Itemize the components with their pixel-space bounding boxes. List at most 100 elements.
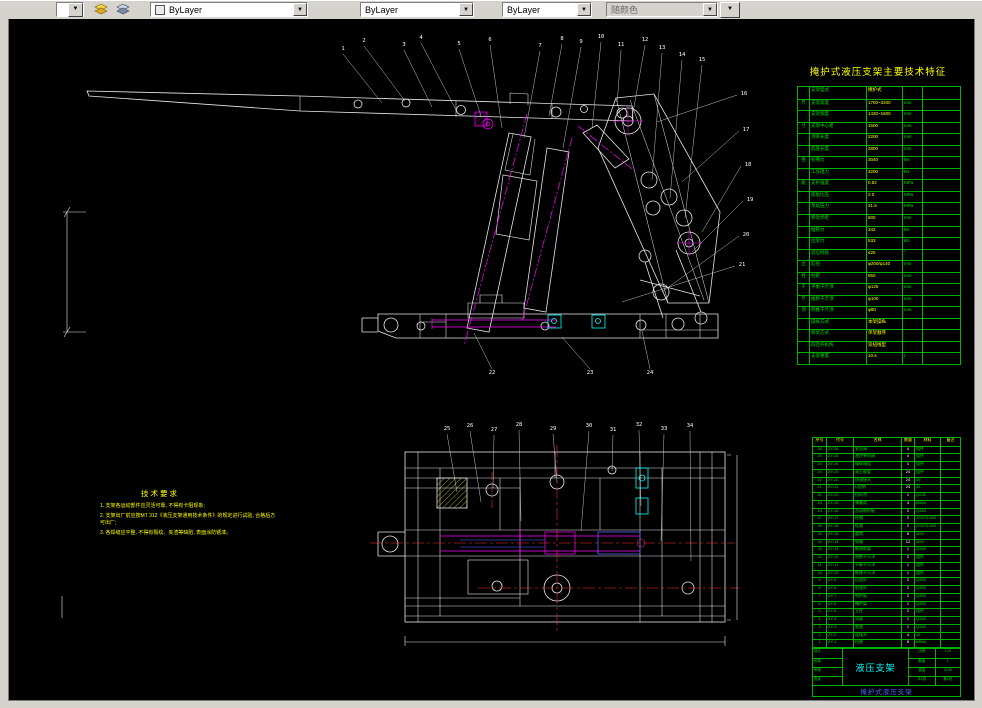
tech-table-cell: 缸径 <box>809 260 866 272</box>
parts-table-cell: 侧护板 <box>853 592 901 601</box>
parts-table-cell: 1 <box>901 546 914 555</box>
tech-table-cell: 柱距 <box>809 271 866 284</box>
parts-table-cell: Q345 <box>914 592 940 601</box>
parts-table-cell: 活动侧护板 <box>853 507 901 516</box>
chevron-down-icon[interactable]: ▼ <box>577 3 591 16</box>
parts-table-cell: 9 <box>813 577 826 585</box>
tech-table-cell: 本架操纵 <box>866 317 902 330</box>
parts-table-cell: 1 <box>901 623 914 632</box>
parts-table-cell: ZY-17 <box>826 515 853 524</box>
tech-table-cell <box>798 167 809 180</box>
layer-properties-button[interactable] <box>114 2 131 17</box>
mini-dropdown[interactable]: ▼ <box>56 2 84 17</box>
parts-table-cell: ZY-6 <box>826 600 853 609</box>
tech-table-cell: 四连杆机构 <box>809 340 866 353</box>
title-block-product-name: 液压支架 <box>855 662 896 673</box>
parts-table-cell: Q345 <box>914 616 940 624</box>
parts-table-cell <box>940 608 960 617</box>
tech-table-cell <box>902 329 922 341</box>
parts-table-cell <box>940 592 960 601</box>
parts-table-cell: ZY-16 <box>826 523 853 531</box>
tech-table-cell: 尺 <box>798 98 809 111</box>
tech-table-cell <box>902 340 922 353</box>
linetype-control-value: ByLayer <box>365 4 399 15</box>
tech-table-cell: 600 <box>866 213 902 226</box>
tech-table-cell <box>902 87 922 99</box>
toolbar-extra-button[interactable]: ▼ <box>720 2 740 18</box>
tech-table-cell: mm <box>902 260 922 272</box>
tech-table-cell: 推移千斤顶 <box>809 294 866 307</box>
parts-table-cell: 柱帽 <box>853 515 901 524</box>
parts-table-cell: 7 <box>813 592 826 601</box>
tech-table-cell <box>922 352 960 364</box>
parts-table-cell: 45 <box>914 484 940 493</box>
parts-table-cell: 26 <box>813 445 826 454</box>
title-block-signature-cells: 设计 校核 审核 批准 <box>813 649 843 685</box>
parts-table-cell <box>940 585 960 593</box>
tech-table-cell <box>922 294 960 307</box>
tech-table-cell <box>922 87 960 99</box>
parts-table-cell: ZY-15 <box>826 530 853 539</box>
parts-table-header-cell: 序号 <box>815 438 824 442</box>
title-block-cell: 批准 <box>813 676 842 685</box>
lineweight-control-value: ByLayer <box>507 4 541 15</box>
parts-table-cell: Q345 <box>914 507 940 516</box>
parts-table-cell: 连接头 <box>853 631 901 640</box>
chevron-down-icon[interactable]: ▼ <box>703 3 717 16</box>
parts-table-cell: 组件 <box>914 445 940 454</box>
lineweight-control[interactable]: ByLayer ▼ <box>502 2 592 17</box>
parts-table-cell: 侧推千斤顶 <box>853 554 901 562</box>
title-block: 设计 校核 审核 批准 液压支架 比例 1:10 数量 1 重量 10.5t 共1张 第1张 掩护式… <box>812 648 961 697</box>
parts-table-cell <box>940 631 960 640</box>
tech-table-cell: 支护强度 <box>809 179 866 191</box>
parts-table-cell: ZY-24 <box>826 461 853 469</box>
plotstyle-control[interactable]: 随颜色 ▼ <box>606 2 718 17</box>
parts-table-cell <box>940 569 960 578</box>
parts-table-cell: 1 <box>813 639 826 647</box>
parts-table-cell: 2 <box>901 577 914 586</box>
parts-table-cell: ZY-3 <box>826 623 853 632</box>
tech-table-cell: 适应倾角 <box>809 248 866 261</box>
parts-table-cell: 8 <box>901 530 914 539</box>
title-block-info-cells: 比例 1:10 数量 1 重量 10.5t 共1张 第1张 <box>908 649 960 685</box>
parts-table-cell: 3 <box>813 623 826 632</box>
chevron-down-icon[interactable]: ▼ <box>293 3 307 16</box>
parts-table-cell: Q345 <box>914 585 940 593</box>
technical-requirements-title: 技术要求 <box>141 489 179 498</box>
parts-table-cell: 1 <box>901 492 914 500</box>
technical-requirement-item: 3. 各焊缝应平整, 不得有裂纹、夹渣等缺陷, 表面涂防锈漆。 <box>100 529 232 536</box>
parts-table-cell: Q345 <box>914 546 940 555</box>
parts-table-cell: 22 <box>813 476 826 485</box>
parts-table-cell: 2 <box>813 631 826 640</box>
color-control[interactable]: ByLayer ▼ <box>150 2 308 17</box>
tech-table-cell <box>922 317 960 330</box>
tech-table-cell <box>922 248 960 261</box>
parts-table-cell: 45 <box>914 631 940 640</box>
parts-table-cell: 组件 <box>914 561 940 570</box>
make-layer-current-button[interactable] <box>92 2 109 17</box>
linetype-control[interactable]: ByLayer ▼ <box>360 2 474 17</box>
chevron-down-icon[interactable]: ▼ <box>68 3 83 17</box>
parts-table-cell: 2 <box>901 608 914 617</box>
tech-table-cell <box>922 283 960 295</box>
tech-table-cell <box>922 98 960 111</box>
tech-table-cell <box>798 317 809 330</box>
tech-table-cell: mm <box>902 98 922 111</box>
tech-table-cell: mm <box>902 271 922 284</box>
properties-toolbar: ▼ ByLayer ▼ ByLayer ▼ ByLayer ▼ 随颜色 ▼ ▼ <box>0 0 982 19</box>
tech-table-cell: mm <box>902 294 922 307</box>
tech-table-cell: 3200 <box>866 167 902 180</box>
chevron-down-icon[interactable]: ▼ <box>459 3 473 16</box>
tech-table-cell: 10.5 <box>866 352 902 364</box>
tech-table-cell: kN <box>902 156 922 168</box>
parts-table-cell <box>940 476 960 485</box>
tech-table-cell <box>798 237 809 249</box>
tech-table-cell: 初撑力 <box>809 156 866 168</box>
tech-table-cell: MPa <box>902 190 922 203</box>
tech-table-cell: 底板比压 <box>809 190 866 203</box>
tech-table-cell <box>922 144 960 157</box>
parts-table-cell: 2 <box>901 585 914 593</box>
tech-table-cell <box>798 202 809 214</box>
parts-table-cell: ZY-26 <box>826 445 853 454</box>
parts-table-cell <box>940 507 960 516</box>
